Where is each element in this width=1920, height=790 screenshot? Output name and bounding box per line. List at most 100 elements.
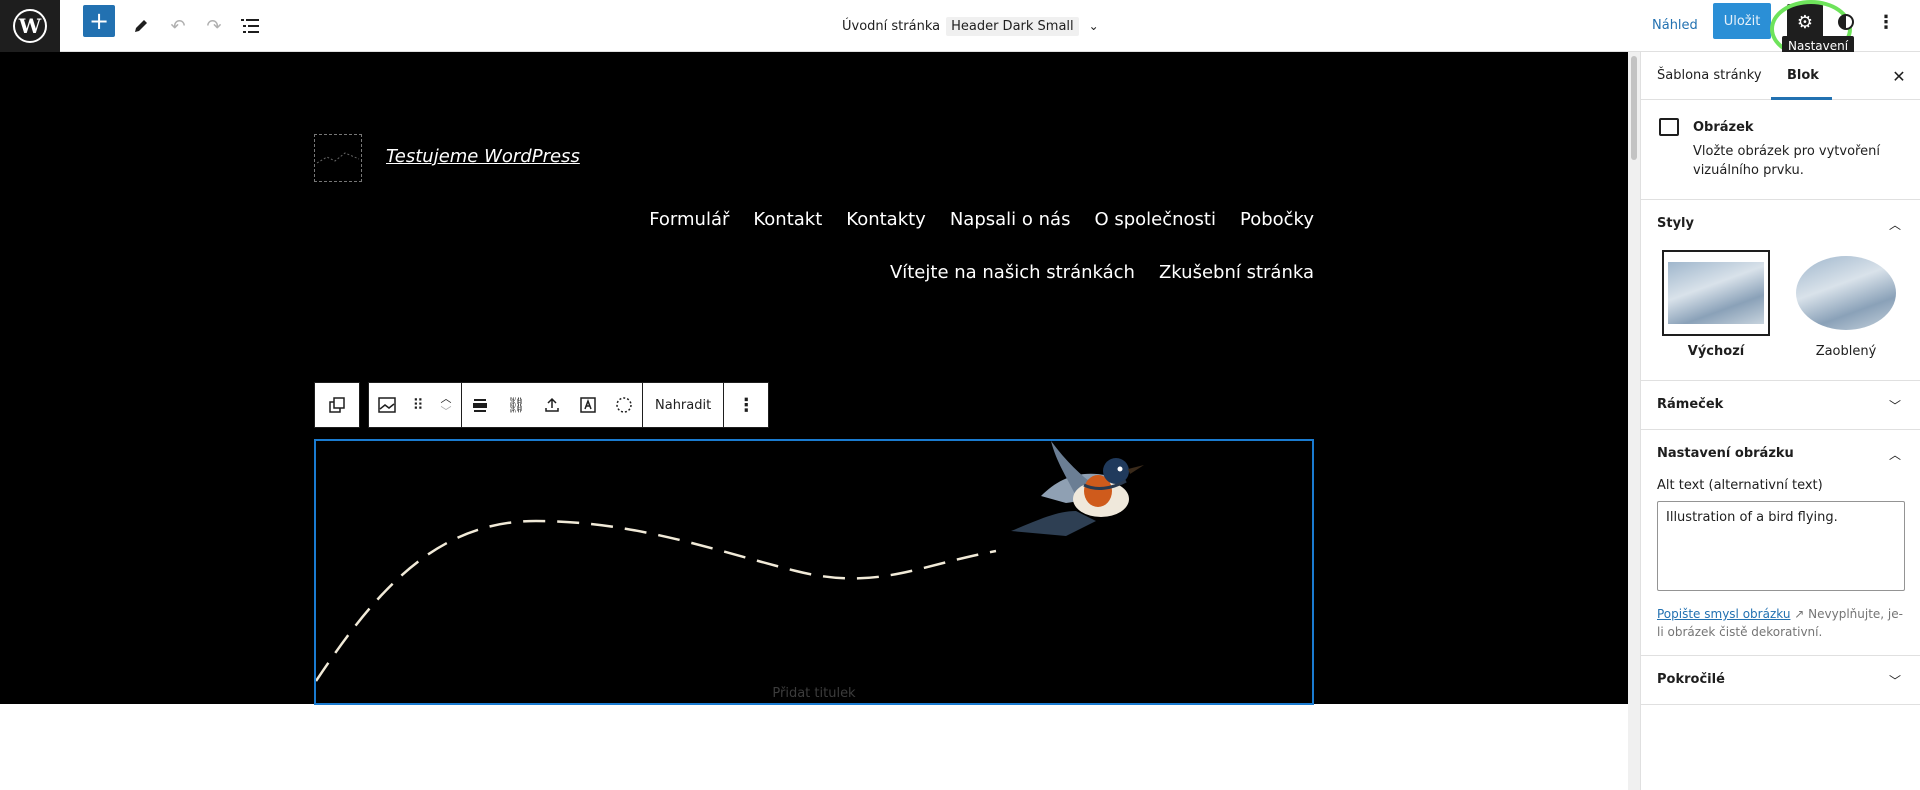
style-option-default[interactable]: Výchozí	[1661, 250, 1771, 359]
save-button[interactable]: Uložit	[1713, 3, 1771, 39]
tab-page-template[interactable]: Šablona stránky	[1657, 52, 1762, 100]
advanced-panel-toggle[interactable]: Pokročilé ﹀	[1641, 656, 1920, 704]
dashed-circle-icon	[616, 397, 632, 413]
alt-text-label: Alt text (alternativní text)	[1657, 478, 1823, 493]
list-view-icon	[241, 19, 259, 33]
nav-item[interactable]: Kontakt	[753, 207, 822, 232]
wordpress-logo-icon: W	[13, 9, 47, 43]
more-vertical-icon: ⋮	[1877, 11, 1895, 33]
undo-button[interactable]: ↶	[160, 8, 196, 44]
site-logo-placeholder[interactable]	[314, 134, 362, 182]
panel-title: Nastavení obrázku	[1657, 446, 1794, 461]
editor-canvas[interactable]: Testujeme WordPress Formulář Kontakt Kon…	[0, 52, 1628, 790]
nav-item[interactable]: O společnosti	[1094, 207, 1216, 232]
image-icon	[1659, 118, 1679, 136]
describe-purpose-link[interactable]: Popište smysl obrázku	[1657, 607, 1790, 621]
move-buttons[interactable]: ︿ ﹀	[431, 383, 461, 427]
site-title[interactable]: Testujeme WordPress	[386, 146, 580, 167]
header-template-area: Testujeme WordPress Formulář Kontakt Kon…	[0, 52, 1628, 705]
style-options: Výchozí Zaoblený	[1641, 248, 1920, 380]
more-vertical-icon: ⋮	[737, 394, 756, 416]
template-tag: Header Dark Small	[946, 16, 1079, 36]
image-placeholder-icon	[316, 152, 360, 164]
scrollbar-thumb[interactable]	[1631, 56, 1637, 160]
link-button[interactable]: ⛓	[498, 383, 534, 427]
sidebar-tabs: Šablona stránky Blok ✕	[1641, 52, 1920, 100]
chevron-down-icon: ﹀	[1888, 673, 1901, 688]
style-label: Výchozí	[1687, 344, 1745, 359]
settings-sidebar: Šablona stránky Blok ✕ Obrázek Vložte ob…	[1640, 52, 1920, 790]
gear-icon: ⚙	[1796, 11, 1814, 33]
alt-text-field[interactable]: Illustration of a bird flying.	[1657, 501, 1905, 591]
nav-item[interactable]: Kontakty	[846, 207, 926, 232]
block-type-button[interactable]	[369, 383, 405, 427]
caption-input[interactable]: Přidat titulek	[316, 686, 1312, 701]
document-title-bar[interactable]: Úvodní stránka Header Dark Small ⌄	[842, 12, 1099, 40]
image-settings-panel-toggle[interactable]: Nastavení obrázku ︿	[1641, 430, 1920, 478]
image-block[interactable]: Přidat titulek	[314, 439, 1314, 705]
top-toolbar: W + ↶ ↷ Úvodní stránka Header Dark Small	[0, 0, 1920, 58]
preview-link[interactable]: Náhled	[1652, 12, 1698, 40]
nav-item[interactable]: Vítejte na našich stránkách	[890, 260, 1135, 285]
panel-title: Rámeček	[1657, 397, 1724, 412]
chevron-down-icon[interactable]: ﹀	[441, 405, 452, 418]
style-preview	[1662, 250, 1770, 336]
style-label: Zaoblený	[1815, 344, 1877, 359]
nav-item[interactable]: Pobočky	[1240, 207, 1314, 232]
border-panel-toggle[interactable]: Rámeček ﹀	[1641, 381, 1920, 429]
plus-icon: +	[88, 7, 110, 35]
document-overview-button[interactable]	[232, 8, 268, 44]
link-icon: ⛓	[506, 396, 526, 414]
image-settings-body: Alt text (alternativní text) Illustratio…	[1641, 478, 1920, 655]
style-option-rounded[interactable]: Zaoblený	[1791, 250, 1901, 359]
block-card: Obrázek Vložte obrázek pro vytvoření viz…	[1641, 100, 1920, 200]
replace-button[interactable]: Nahradit	[643, 383, 723, 427]
crop-circle-button[interactable]	[606, 383, 642, 427]
select-parent-button[interactable]	[315, 383, 359, 427]
styles-panel: Styly ︿ Výchozí Zaoblený	[1641, 200, 1920, 381]
tab-block[interactable]: Blok	[1787, 52, 1819, 100]
align-icon	[473, 399, 487, 412]
align-button[interactable]	[462, 383, 498, 427]
chevron-up-icon: ︿	[1888, 447, 1901, 462]
editor-app: W + ↶ ↷ Úvodní stránka Header Dark Small	[0, 0, 1920, 790]
close-icon: ✕	[1892, 66, 1906, 86]
chevron-up-icon: ︿	[1888, 217, 1901, 232]
drag-handle-icon: ⠿	[412, 396, 424, 414]
canvas-scrollbar[interactable]	[1628, 52, 1640, 790]
navigation: Formulář Kontakt Kontakty Napsali o nás …	[440, 207, 1314, 285]
text-over-image-button[interactable]	[570, 383, 606, 427]
nav-item[interactable]: Zkušební stránka	[1159, 260, 1314, 285]
close-sidebar-button[interactable]: ✕	[1885, 62, 1913, 90]
wordpress-logo-button[interactable]: W	[0, 0, 60, 52]
external-link-icon: ↗	[1794, 607, 1809, 621]
style-preview	[1792, 250, 1900, 336]
drag-handle[interactable]: ⠿	[405, 383, 431, 427]
nav-item[interactable]: Formulář	[649, 207, 729, 232]
block-toolbar: ⠿ ︿ ﹀ ⛓ Nahradit ⋮	[314, 382, 770, 428]
block-description: Vložte obrázek pro vytvoření vizuálního …	[1693, 144, 1880, 178]
styles-button[interactable]	[1832, 8, 1860, 36]
duplicate-icon	[329, 397, 345, 413]
settings-button[interactable]: ⚙	[1787, 4, 1823, 40]
block-toolbar-main-group: ⠿ ︿ ﹀ ⛓ Nahradit ⋮	[368, 382, 770, 428]
tools-button[interactable]	[123, 8, 159, 44]
block-options-button[interactable]: ⋮	[724, 383, 768, 427]
nav-item[interactable]: Napsali o nás	[950, 207, 1071, 232]
bird-illustration	[316, 441, 1144, 682]
border-panel: Rámeček ﹀	[1641, 381, 1920, 430]
add-block-button[interactable]: +	[83, 5, 115, 37]
pencil-icon	[135, 20, 147, 32]
bird-shape	[1011, 441, 1144, 536]
upload-button[interactable]	[534, 383, 570, 427]
redo-button[interactable]: ↷	[196, 8, 232, 44]
image-settings-panel: Nastavení obrázku ︿ Alt text (alternativ…	[1641, 430, 1920, 656]
document-title: Úvodní stránka	[842, 18, 941, 34]
contrast-icon	[1838, 14, 1854, 30]
undo-icon: ↶	[170, 15, 186, 37]
chevron-up-icon[interactable]: ︿	[441, 392, 452, 405]
text-image-icon	[580, 397, 596, 413]
chevron-down-icon[interactable]: ⌄	[1089, 19, 1099, 33]
options-button[interactable]: ⋮	[1872, 8, 1900, 36]
styles-panel-toggle[interactable]: Styly ︿	[1641, 200, 1920, 248]
